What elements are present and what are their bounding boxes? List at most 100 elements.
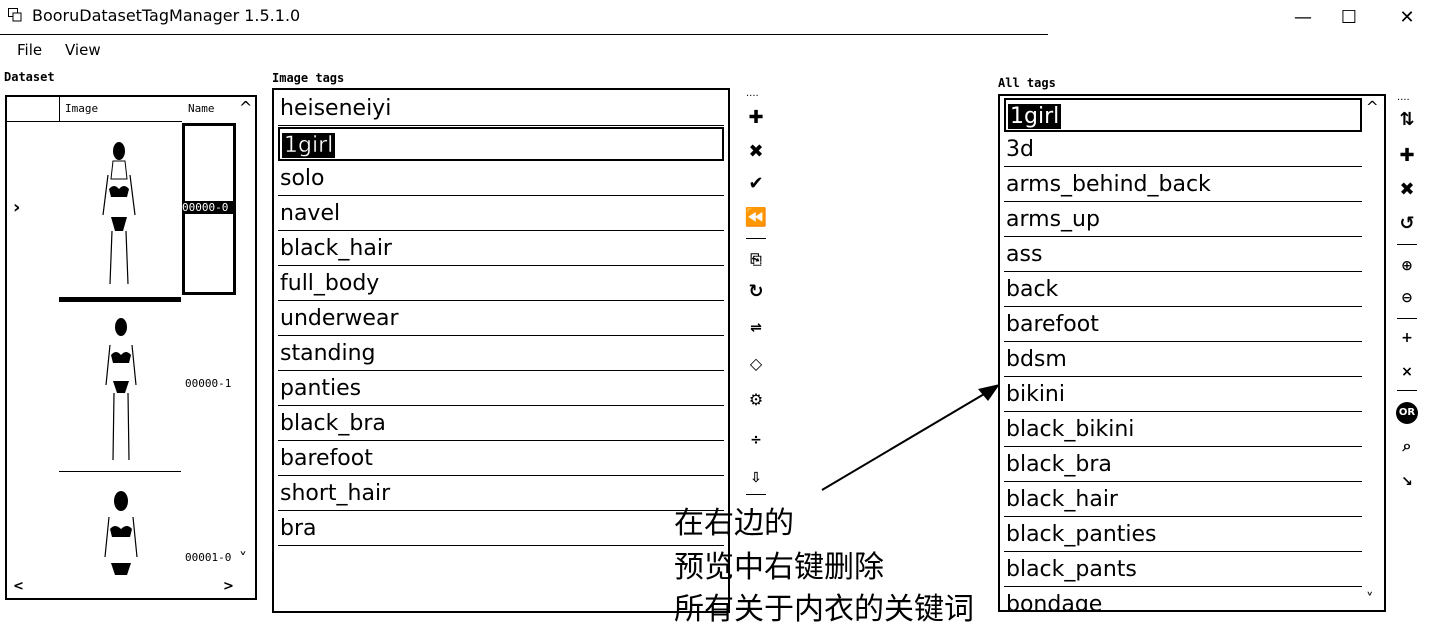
all-tag-item[interactable]: barefoot	[1004, 308, 1362, 342]
image-tag-item[interactable]: short_hair	[278, 477, 724, 511]
all-tag-label: 1girl	[1008, 104, 1062, 129]
move-down-icon[interactable]: ⇩	[744, 466, 768, 490]
sort-icon[interactable]: ⇌	[744, 316, 768, 340]
scroll-down-arrow[interactable]: ˅	[239, 549, 247, 568]
all-tag-item[interactable]: ass	[1004, 238, 1362, 272]
all-tag-item[interactable]: arms_behind_back	[1004, 168, 1362, 202]
row-name[interactable]: 00001-0	[185, 551, 231, 564]
all-tag-label: arms_up	[1006, 207, 1100, 232]
all-tag-item[interactable]: bdsm	[1004, 343, 1362, 377]
refresh-icon[interactable]: ↻	[744, 280, 768, 304]
all-tag-item[interactable]: black_bikini	[1004, 413, 1362, 447]
all-tag-label: bdsm	[1006, 347, 1067, 372]
scroll-right-arrow[interactable]: >	[223, 579, 234, 594]
annotation-line-2: 预览中右键删除	[674, 550, 884, 585]
settings-icon[interactable]: ⚙	[744, 388, 768, 412]
remove-all-icon[interactable]: ×	[1395, 360, 1419, 384]
image-tag-label: underwear	[280, 306, 399, 331]
all-tag-label: black_bra	[1006, 452, 1112, 477]
annotation-arrow	[821, 384, 1000, 491]
image-tag-label: 1girl	[282, 133, 336, 158]
menu-view[interactable]: View	[65, 41, 101, 59]
image-tag-item[interactable]: barefoot	[278, 442, 724, 476]
all-tag-item[interactable]: 3d	[1004, 133, 1362, 167]
annotation-line-3: 所有关于内衣的关键词	[674, 592, 974, 627]
delete-icon[interactable]: ✖	[1395, 178, 1419, 202]
dataset-row-thumbnail[interactable]	[59, 303, 181, 472]
all-tag-item[interactable]: black_bra	[1004, 448, 1362, 482]
all-tags-scroll-up[interactable]: ^	[1366, 98, 1379, 116]
image-tag-item[interactable]: black_bra	[278, 407, 724, 441]
image-tag-item[interactable]: standing	[278, 337, 724, 371]
add-icon[interactable]: ✚	[1395, 144, 1419, 168]
column-name[interactable]: Name	[188, 102, 215, 115]
image-tag-item[interactable]: navel	[278, 197, 724, 231]
image-tag-label: heiseneiyi	[280, 96, 392, 121]
all-tag-label: arms_behind_back	[1006, 172, 1211, 197]
menu-file[interactable]: File	[17, 41, 42, 59]
all-tag-item[interactable]: bikini	[1004, 378, 1362, 412]
add-icon[interactable]: ✚	[744, 106, 768, 130]
split-icon[interactable]: ÷	[744, 428, 768, 452]
tag-icon[interactable]: ◇	[744, 352, 768, 376]
add-to-selected-icon[interactable]: ⊕	[1395, 254, 1419, 278]
all-tag-item[interactable]: arms_up	[1004, 203, 1362, 237]
image-tag-label: black_bra	[280, 411, 386, 436]
image-tag-item[interactable]: solo	[278, 162, 724, 196]
current-row-pointer: ›	[13, 197, 21, 218]
all-tags-toolbar: .... ⇅ ✚ ✖ ↺ ⊕ ⊖ + × OR ⌕ ↘	[1395, 92, 1425, 502]
all-tags-label: All tags	[998, 76, 1056, 90]
row-name[interactable]: 00000-1	[185, 377, 231, 390]
all-tags-scroll-down[interactable]: ˅	[1366, 590, 1374, 608]
scroll-left-arrow[interactable]: <	[13, 579, 24, 594]
all-tag-label: black_hair	[1006, 487, 1118, 512]
replace-icon[interactable]: ↺	[1395, 212, 1419, 236]
sync-icon[interactable]: ⇅	[1395, 108, 1419, 132]
image-tag-item[interactable]: black_hair	[278, 232, 724, 266]
all-tag-item[interactable]: back	[1004, 273, 1362, 307]
all-tag-label: ass	[1006, 242, 1043, 267]
row-name-selected[interactable]: 00000-0	[182, 201, 236, 214]
all-tag-label: bikini	[1006, 382, 1065, 407]
image-tag-label: short_hair	[280, 481, 391, 506]
image-tag-label: bra	[280, 516, 317, 541]
all-tag-label: black_pants	[1006, 557, 1137, 582]
image-tags-list[interactable]: heiseneiyi 1girl solo navel black_hair full_b…	[272, 88, 730, 613]
column-image[interactable]: Image	[65, 102, 98, 115]
all-tag-item[interactable]: 1girl	[1004, 98, 1362, 132]
minimize-button[interactable]: —	[1280, 4, 1326, 30]
all-tags-list[interactable]: ^ ˅ 1girl 3d arms_behind_back arms_upass bac…	[998, 94, 1386, 612]
title-divider	[0, 34, 1048, 35]
image-tag-item[interactable]: 1girl	[278, 127, 724, 161]
image-tag-item[interactable]: bra	[278, 512, 724, 546]
image-tag-item[interactable]: panties	[278, 372, 724, 406]
scroll-up-arrow[interactable]: ^	[239, 98, 252, 117]
undo-icon[interactable]: ⏪	[744, 206, 768, 230]
remove-from-selected-icon[interactable]: ⊖	[1395, 286, 1419, 310]
all-tag-label: barefoot	[1006, 312, 1099, 337]
add-all-icon[interactable]: +	[1395, 326, 1419, 350]
image-tag-label: solo	[280, 166, 325, 191]
image-tag-item[interactable]: heiseneiyi	[278, 92, 724, 126]
all-tag-item[interactable]: black_pants	[1004, 553, 1362, 587]
close-button[interactable]: ✕	[1384, 4, 1430, 30]
image-tag-label: barefoot	[280, 446, 373, 471]
all-tag-label: black_panties	[1006, 522, 1157, 547]
delete-icon[interactable]: ✖	[744, 140, 768, 164]
all-tag-item[interactable]: bondage	[1004, 588, 1362, 610]
dataset-row-thumbnail[interactable]	[59, 123, 181, 302]
search-icon[interactable]: ⌕	[1395, 434, 1419, 458]
all-tag-label: black_bikini	[1006, 417, 1135, 442]
image-tag-item[interactable]: underwear	[278, 302, 724, 336]
maximize-button[interactable]: ☐	[1326, 4, 1372, 30]
image-tag-item[interactable]: full_body	[278, 267, 724, 301]
all-tag-item[interactable]: black_hair	[1004, 483, 1362, 517]
clear-filter-icon[interactable]: ↘	[1395, 470, 1419, 494]
figure-thumbnail	[104, 491, 138, 575]
image-tags-label: Image tags	[272, 71, 345, 85]
copy-icon[interactable]: ⎘	[744, 248, 768, 272]
dataset-row-thumbnail[interactable]	[59, 477, 181, 577]
or-filter-icon[interactable]: OR	[1396, 402, 1418, 424]
apply-icon[interactable]: ✔	[744, 172, 768, 196]
all-tag-item[interactable]: black_panties	[1004, 518, 1362, 552]
